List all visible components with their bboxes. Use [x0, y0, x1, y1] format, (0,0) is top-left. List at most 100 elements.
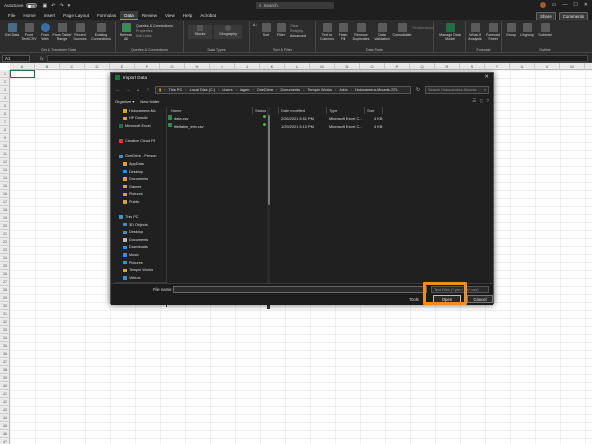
- tab-view[interactable]: View: [161, 11, 179, 20]
- row-header[interactable]: 47: [0, 438, 10, 444]
- file-row[interactable]: data.csv 2/26/2021 5:51 PM Microsoft Excel…: [163, 115, 382, 122]
- row-header[interactable]: 21: [0, 230, 10, 238]
- breadcrumb-separator-icon[interactable]: ›: [335, 87, 336, 92]
- row-header[interactable]: 41: [0, 390, 10, 398]
- ribbon-display-icon[interactable]: ▭: [552, 2, 557, 8]
- row-header[interactable]: 44: [0, 414, 10, 422]
- row-header[interactable]: 37: [0, 358, 10, 366]
- formula-input[interactable]: [47, 54, 588, 62]
- column-header[interactable]: Q: [410, 63, 435, 70]
- from-text-button[interactable]: From Text/CSV: [20, 23, 38, 41]
- address-bar[interactable]: ▮ › This PC › Local Disk (C:) › Users › lagen › O…: [155, 85, 411, 94]
- row-header[interactable]: 22: [0, 238, 10, 246]
- breadcrumb-item[interactable]: Jobs: [339, 87, 347, 92]
- nav-item[interactable]: Videos: [115, 274, 166, 282]
- breadcrumb-item[interactable]: Users: [222, 87, 232, 92]
- row-header[interactable]: 9: [0, 134, 10, 142]
- maximize-icon[interactable]: ☐: [573, 2, 577, 8]
- row-header[interactable]: 46: [0, 430, 10, 438]
- file-name-input[interactable]: [173, 286, 427, 293]
- row-header[interactable]: 13: [0, 166, 10, 174]
- active-cell[interactable]: [10, 70, 35, 78]
- tab-formulas[interactable]: Formulas: [93, 11, 120, 20]
- row-header[interactable]: 8: [0, 126, 10, 134]
- queries-connections-button[interactable]: Queries & Connections: [136, 24, 173, 28]
- column-header[interactable]: O: [360, 63, 385, 70]
- column-header[interactable]: I: [210, 63, 235, 70]
- column-type[interactable]: Type: [327, 107, 365, 114]
- close-icon[interactable]: ✕: [584, 2, 588, 8]
- row-header[interactable]: 11: [0, 150, 10, 158]
- row-header[interactable]: 17: [0, 198, 10, 206]
- reapply-button[interactable]: Reapply: [290, 29, 303, 33]
- up-icon[interactable]: ↑: [145, 87, 151, 93]
- dialog-search-input[interactable]: Search Holocamera-Mounts... ⌕: [425, 85, 489, 94]
- row-header[interactable]: 42: [0, 398, 10, 406]
- new-folder-button[interactable]: New folder: [140, 99, 159, 104]
- view-options-icon[interactable]: ☰: [472, 98, 476, 104]
- row-header[interactable]: 12: [0, 158, 10, 166]
- minimize-icon[interactable]: —: [562, 2, 567, 8]
- tab-data[interactable]: Data: [120, 11, 138, 20]
- row-header[interactable]: 33: [0, 326, 10, 334]
- autosave-toggle[interactable]: Off: [25, 3, 37, 8]
- nav-item[interactable]: Creative Cloud Fil: [115, 137, 166, 145]
- data-validation-button[interactable]: Data Validation: [372, 23, 392, 41]
- column-header[interactable]: H: [185, 63, 210, 70]
- column-header[interactable]: J: [235, 63, 260, 70]
- nav-item[interactable]: Desktop: [115, 229, 166, 237]
- breadcrumb-item[interactable]: Documents: [280, 87, 300, 92]
- column-header[interactable]: F: [135, 63, 160, 70]
- column-header[interactable]: S: [460, 63, 485, 70]
- row-header[interactable]: 28: [0, 286, 10, 294]
- row-header[interactable]: 31: [0, 310, 10, 318]
- column-header[interactable]: K: [260, 63, 285, 70]
- row-header[interactable]: 10: [0, 142, 10, 150]
- preview-pane-icon[interactable]: ▯: [480, 98, 482, 104]
- row-header[interactable]: 1: [0, 70, 10, 78]
- row-header[interactable]: 23: [0, 246, 10, 254]
- nav-item[interactable]: This PC: [115, 213, 166, 221]
- row-header[interactable]: 40: [0, 382, 10, 390]
- row-header[interactable]: 39: [0, 374, 10, 382]
- undo-icon[interactable]: ↶: [51, 3, 55, 9]
- breadcrumb-item[interactable]: Holocamera-Mounts-STL: [355, 87, 398, 92]
- breadcrumb-item[interactable]: OneDrive: [257, 87, 273, 92]
- properties-button[interactable]: Properties: [136, 29, 152, 33]
- clear-button[interactable]: Clear: [290, 24, 299, 28]
- row-header[interactable]: 2: [0, 78, 10, 86]
- sort-button[interactable]: Sort: [260, 23, 272, 37]
- flash-fill-button[interactable]: Flash Fill: [336, 23, 350, 41]
- column-header[interactable]: V: [535, 63, 560, 70]
- breadcrumb-separator-icon[interactable]: ›: [164, 87, 165, 92]
- row-header[interactable]: 36: [0, 350, 10, 358]
- breadcrumb-separator-icon[interactable]: ›: [303, 87, 304, 92]
- nav-item[interactable]: Pictures: [115, 191, 166, 199]
- manage-data-model-button[interactable]: Manage Data Model: [436, 23, 464, 41]
- column-header[interactable]: E: [110, 63, 135, 70]
- recent-icon[interactable]: ⌄: [135, 87, 141, 93]
- get-data-button[interactable]: Get Data: [4, 23, 20, 37]
- column-header[interactable]: M: [310, 63, 335, 70]
- group-button[interactable]: Group: [504, 23, 518, 37]
- nav-item[interactable]: Documents: [115, 175, 166, 183]
- breadcrumb-item[interactable]: Tempin Works: [307, 87, 332, 92]
- save-icon[interactable]: ▣: [43, 3, 48, 9]
- row-header[interactable]: 26: [0, 270, 10, 278]
- column-header[interactable]: U: [510, 63, 535, 70]
- row-header[interactable]: 16: [0, 190, 10, 198]
- row-header[interactable]: 30: [0, 302, 10, 310]
- breadcrumb-separator-icon[interactable]: ›: [236, 87, 237, 92]
- advanced-button[interactable]: Advanced: [290, 34, 306, 38]
- nav-item[interactable]: Tempin Works: [115, 266, 166, 274]
- from-web-button[interactable]: From Web: [38, 23, 52, 41]
- forward-icon[interactable]: →: [125, 87, 131, 93]
- fx-icon[interactable]: fx: [40, 56, 43, 61]
- nav-item[interactable]: OneDrive - Person: [115, 153, 166, 161]
- column-header[interactable]: P: [385, 63, 410, 70]
- edit-links-button[interactable]: Edit Links: [136, 34, 152, 38]
- cancel-button[interactable]: Cancel: [467, 295, 493, 303]
- nav-item[interactable]: Holocamera-Mc: [115, 107, 166, 115]
- customize-icon[interactable]: ▾: [68, 3, 71, 9]
- column-header[interactable]: R: [435, 63, 460, 70]
